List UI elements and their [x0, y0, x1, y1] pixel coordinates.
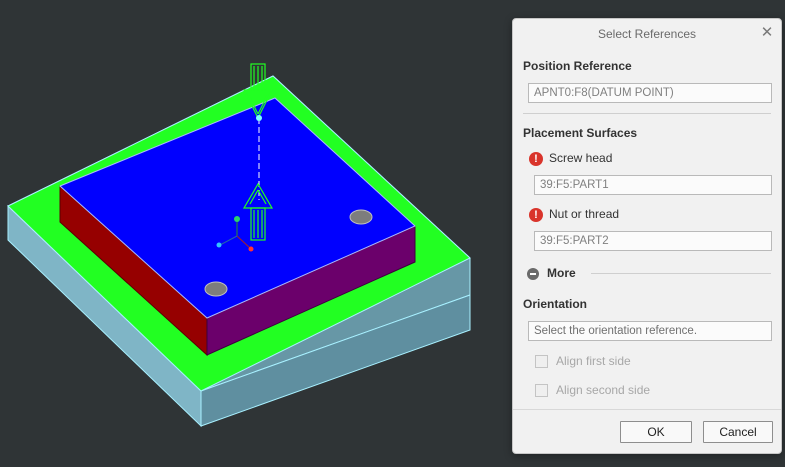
placement-surfaces-heading: Placement Surfaces [523, 126, 638, 140]
align-second-side-row: Align second side [535, 383, 651, 398]
divider [523, 113, 771, 114]
nut-thread-field[interactable]: 39:F5:PART2 [534, 231, 772, 251]
align-first-side-checkbox[interactable] [535, 355, 548, 369]
hole-left[interactable] [204, 281, 228, 297]
minus-icon [527, 267, 539, 280]
datum-point[interactable] [256, 115, 262, 121]
more-label: More [547, 266, 576, 280]
close-icon[interactable]: ✕ [759, 25, 775, 41]
more-divider [591, 273, 771, 274]
position-reference-field[interactable]: APNT0:F8(DATUM POINT) [528, 83, 772, 103]
exclamation-icon: ! [529, 151, 543, 166]
align-first-side-row: Align first side [535, 354, 631, 369]
nut-thread-row: ! Nut or thread [529, 206, 619, 222]
dialog-title: Select References [597, 27, 697, 41]
align-second-side-label: Align second side [556, 383, 651, 397]
hole-right[interactable] [349, 209, 373, 225]
ok-button[interactable]: OK [620, 421, 692, 443]
footer-divider [513, 409, 781, 410]
orientation-field[interactable]: Select the orientation reference. [528, 321, 772, 341]
align-first-side-label: Align first side [556, 354, 631, 368]
exclamation-icon: ! [529, 207, 543, 222]
align-second-side-checkbox[interactable] [535, 384, 548, 398]
cancel-button[interactable]: Cancel [703, 421, 773, 443]
nut-thread-label: Nut or thread [549, 207, 620, 221]
select-references-dialog: Select References ✕ Position Reference A… [512, 18, 782, 454]
orientation-heading: Orientation [523, 297, 588, 311]
screw-head-field[interactable]: 39:F5:PART1 [534, 175, 772, 195]
more-toggle[interactable]: More [527, 265, 576, 281]
screw-head-row: ! Screw head [529, 150, 612, 166]
position-reference-heading: Position Reference [523, 59, 632, 73]
screw-head-label: Screw head [549, 151, 613, 165]
